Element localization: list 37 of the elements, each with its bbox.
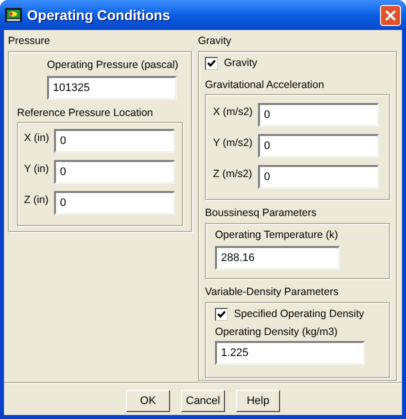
text-field[interactable]: 0 bbox=[54, 191, 175, 216]
text-field[interactable]: 101325 bbox=[47, 76, 177, 100]
text-field[interactable]: 0 bbox=[54, 160, 175, 184]
group-title: Pressure bbox=[8, 34, 52, 49]
field-label: Z (in) bbox=[24, 193, 50, 208]
close-button[interactable] bbox=[380, 4, 401, 26]
field-label: X (in) bbox=[24, 131, 50, 146]
field-label: Operating Density (kg/m3) bbox=[215, 324, 339, 340]
group-title: Boussinesq Parameters bbox=[205, 206, 318, 222]
group-title: Gravity bbox=[198, 34, 232, 49]
checkbox[interactable] bbox=[215, 308, 228, 322]
text-field[interactable]: 0 bbox=[258, 165, 379, 190]
field-label: X (m/s2) bbox=[213, 105, 254, 120]
dialog-button[interactable]: Cancel bbox=[181, 390, 225, 412]
dialog-button[interactable]: Help bbox=[236, 390, 280, 412]
group-title: Variable-Density Parameters bbox=[205, 285, 340, 300]
text-field[interactable]: 0 bbox=[258, 103, 379, 128]
group-title: Gravitational Acceleration bbox=[205, 78, 326, 92]
window-title: Operating Conditions bbox=[27, 6, 172, 25]
text-field[interactable]: 0 bbox=[54, 129, 175, 154]
close-icon bbox=[385, 10, 396, 20]
text-field[interactable]: 0 bbox=[258, 134, 379, 158]
field-label: Y (m/s2) bbox=[213, 136, 254, 152]
check-icon bbox=[217, 310, 226, 320]
app-icon bbox=[5, 8, 22, 22]
field-label: Y (in) bbox=[24, 162, 50, 178]
field-label: Z (m/s2) bbox=[213, 167, 254, 182]
field-label: Operating Temperature (k) bbox=[215, 228, 339, 243]
checkbox[interactable] bbox=[205, 57, 218, 70]
field-label: Operating Pressure (pascal) bbox=[47, 58, 180, 73]
group-title: Reference Pressure Location bbox=[17, 106, 154, 120]
text-field[interactable]: 288.16 bbox=[215, 246, 340, 270]
dialog-button[interactable]: OK bbox=[126, 390, 170, 412]
check-icon bbox=[207, 59, 216, 68]
checkbox-label: Gravity bbox=[224, 56, 258, 71]
text-field[interactable]: 1.225 bbox=[215, 341, 365, 366]
checkbox-label: Specified Operating Density bbox=[234, 306, 364, 322]
